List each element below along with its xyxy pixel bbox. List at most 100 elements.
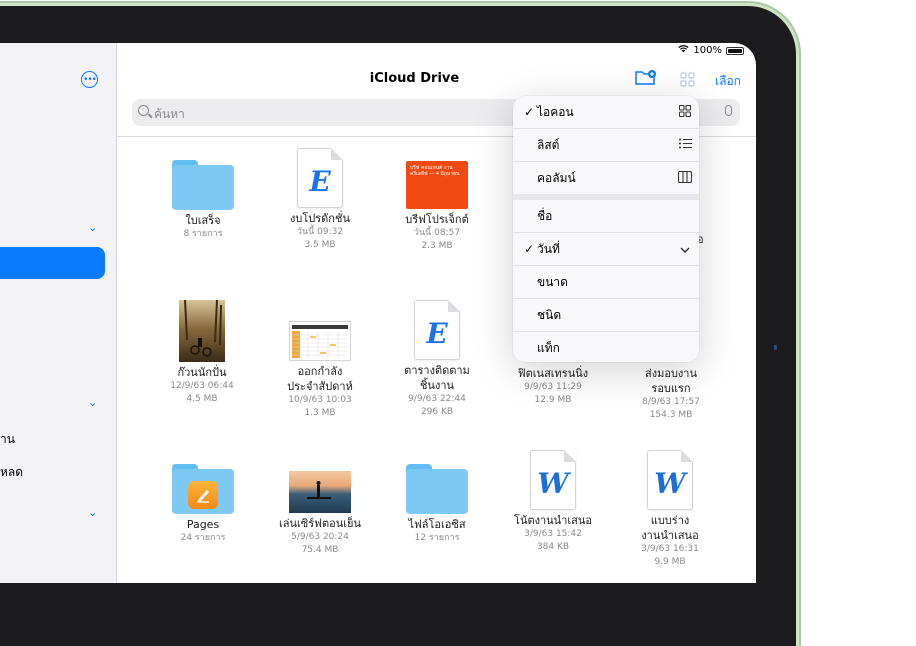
file-size: 12.9 MB <box>534 395 572 405</box>
file-size: 3.5 MB <box>304 240 336 250</box>
sidebar-item-selected[interactable] <box>0 247 105 279</box>
file-size: 2.3 MB <box>421 241 453 251</box>
file-size: 1.3 MB <box>304 408 336 418</box>
sidebar: ••• ⌄ ⌄ าน หลด ⌄ <box>0 43 117 583</box>
file-size: 154.3 MB <box>649 410 693 420</box>
search-icon <box>138 105 149 116</box>
menu-item-label: วันที่ <box>537 241 560 256</box>
word-document-icon: W <box>530 450 576 510</box>
pages-app-icon <box>188 481 218 509</box>
chevron-down-icon[interactable]: ⌄ <box>88 396 97 409</box>
columns-icon <box>671 170 699 186</box>
microphone-icon[interactable] <box>725 105 732 116</box>
file-item[interactable]: ฟิตเนสเทรนนิ่ง 9/9/63 11:29 12.9 MB <box>498 366 608 407</box>
menu-item-label: คอลัมน์ <box>537 170 576 185</box>
menu-item-label: ไอคอน <box>537 104 574 119</box>
file-name: โน้ตงานนำเสนอ <box>514 514 592 527</box>
file-name: ไฟล์โอเอซิส <box>408 518 466 531</box>
file-name: ใบเสร็จ <box>185 214 221 227</box>
file-meta: 8 รายการ <box>183 229 223 239</box>
spreadsheet-thumbnail <box>289 321 351 361</box>
file-item[interactable]: W โน้ตงานนำเสนอ 3/9/63 15:42 384 KB <box>498 450 608 554</box>
file-date: 9/9/63 22:44 <box>408 394 466 404</box>
file-name-line: ส่งมอบงาน <box>645 367 697 380</box>
file-name-line: แบบร่าง <box>650 514 690 527</box>
menu-item-sort-size[interactable]: ขนาด <box>513 266 699 298</box>
file-size: 4.5 MB <box>186 394 218 404</box>
file-date: 9/9/63 11:29 <box>524 382 582 392</box>
side-button <box>774 345 777 350</box>
file-size: 384 KB <box>536 542 570 552</box>
file-name: งบโปรดักชั่น <box>290 212 350 225</box>
file-item[interactable]: ไฟล์โอเอซิส 12 รายการ <box>382 464 492 545</box>
photo-thumbnail <box>179 299 225 362</box>
status-bar: 100% <box>678 45 744 56</box>
menu-item-label: ลิสต์ <box>537 137 560 152</box>
select-button[interactable]: เลือก <box>715 72 741 91</box>
file-name: ก๊วนนักปั่น <box>177 366 227 379</box>
search-input[interactable]: ค้นหา <box>154 105 185 124</box>
menu-item-sort-kind[interactable]: ชนิด <box>513 299 699 331</box>
chevron-down-icon[interactable]: ⌄ <box>88 506 97 519</box>
keynote-document-icon: E <box>414 300 460 360</box>
pages-folder-icon <box>172 464 234 514</box>
file-date: วันนี้ 09:32 <box>296 227 344 237</box>
sidebar-item-label[interactable]: าน <box>0 430 15 449</box>
menu-item-sort-date[interactable]: ✓ วันที่ <box>513 233 699 265</box>
battery-icon <box>726 46 744 55</box>
menu-item-label: ขนาด <box>537 274 568 289</box>
file-date: 12/9/63 06:44 <box>170 381 234 391</box>
file-item[interactable]: ก๊วนนักปั่น 12/9/63 06:44 4.5 MB <box>147 299 257 406</box>
file-item[interactable]: Pages 24 รายการ <box>148 464 258 545</box>
checkmark-icon: ✓ <box>523 105 534 119</box>
file-item[interactable]: ส่งมอบงาน รอบแรก 8/9/63 17:57 154.3 MB <box>616 366 726 422</box>
file-date: 10/9/63 10:03 <box>288 395 352 405</box>
keynote-document-icon: E <box>297 148 343 208</box>
menu-item-label: ชนิด <box>537 307 562 322</box>
menu-item-list[interactable]: ลิสต์ <box>513 129 699 161</box>
thumbnail-text: บรีฟ คอนเทนต์ งานครีเอทีฟ — 4 มิถุนายน <box>410 165 460 177</box>
file-date: 8/9/63 17:57 <box>642 397 700 407</box>
file-item[interactable]: W แบบร่าง งานนำเสนอ 3/9/63 16:31 9.9 MB <box>615 450 725 569</box>
document-thumbnail: บรีฟ คอนเทนต์ งานครีเอทีฟ — 4 มิถุนายน <box>406 161 468 209</box>
menu-item-icons[interactable]: ✓ ไอคอน <box>513 96 699 128</box>
file-date: 3/9/63 16:31 <box>641 544 699 554</box>
menu-item-label: ชื่อ <box>537 208 553 223</box>
file-name-line: รอบแรก <box>651 382 691 395</box>
file-item[interactable]: บรีฟ คอนเทนต์ งานครีเอทีฟ — 4 มิถุนายน บ… <box>382 161 492 253</box>
file-name-line: ออกกำลัง <box>297 365 343 378</box>
checkmark-icon: ✓ <box>523 242 534 256</box>
menu-item-sort-tags[interactable]: แท็ก <box>513 332 699 362</box>
file-name: บรีฟโปรเจ็กต์ <box>405 213 469 226</box>
file-item[interactable]: เล่นเซิร์ฟตอนเย็น 5/9/63 20:24 75.4 MB <box>265 471 375 557</box>
file-name: เล่นเซิร์ฟตอนเย็น <box>279 517 361 530</box>
photo-thumbnail <box>289 471 351 513</box>
sidebar-item-label[interactable]: หลด <box>0 463 23 482</box>
wifi-icon <box>678 45 690 56</box>
file-size: 296 KB <box>420 407 454 417</box>
folder-icon <box>172 160 234 210</box>
file-meta: 24 รายการ <box>180 533 226 543</box>
file-item[interactable]: E ตารางติดตาม ชิ้นงาน 9/9/63 22:44 296 K… <box>382 300 492 419</box>
list-icon <box>671 138 699 152</box>
chevron-down-icon <box>671 242 699 256</box>
menu-item-label: แท็ก <box>537 340 560 355</box>
file-size: 75.4 MB <box>301 545 339 555</box>
grid-icon <box>671 104 699 120</box>
menu-item-columns[interactable]: คอลัมน์ <box>513 162 699 194</box>
file-item[interactable]: E งบโปรดักชั่น วันนี้ 09:32 3.5 MB <box>265 148 375 252</box>
battery-percent: 100% <box>693 45 722 56</box>
file-item[interactable]: ออกกำลัง ประจำสัปดาห์ 10/9/63 10:03 1.3 … <box>265 321 375 420</box>
chevron-down-icon[interactable]: ⌄ <box>88 221 97 234</box>
file-meta: 12 รายการ <box>414 533 460 543</box>
file-date: 3/9/63 15:42 <box>524 529 582 539</box>
new-folder-icon[interactable] <box>635 69 657 89</box>
file-name-line: งานนำเสนอ <box>641 529 699 542</box>
file-name-line: ตารางติดตาม <box>404 364 470 377</box>
menu-item-sort-name[interactable]: ชื่อ <box>513 200 699 232</box>
folder-icon <box>406 464 468 514</box>
view-grid-icon[interactable] <box>680 72 695 91</box>
file-item[interactable]: ใบเสร็จ 8 รายการ <box>148 160 258 241</box>
file-date: วันนี้ 08:57 <box>413 228 461 238</box>
file-name-line: ประจำสัปดาห์ <box>287 380 353 393</box>
